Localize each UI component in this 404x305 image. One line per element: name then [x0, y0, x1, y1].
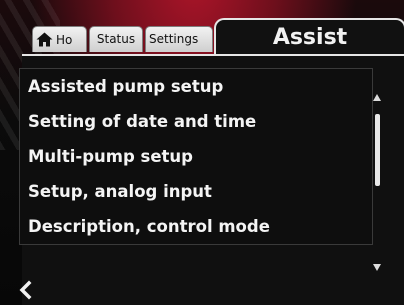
menu-item-assisted-pump-setup[interactable]: Assisted pump setup	[20, 69, 372, 104]
tab-settings[interactable]: Settings	[145, 26, 213, 52]
scroll-up-icon[interactable]	[373, 94, 381, 101]
menu-scrollbar[interactable]	[373, 92, 382, 282]
tab-status[interactable]: Status	[89, 26, 143, 52]
assist-menu: Assisted pump setup Setting of date and …	[19, 68, 373, 245]
tab-assist[interactable]: Assist	[214, 18, 404, 56]
tab-assist-label: Assist	[272, 25, 348, 50]
menu-item-control-mode[interactable]: Description, control mode	[20, 209, 372, 244]
menu-item-analog-input[interactable]: Setup, analog input	[20, 174, 372, 209]
tab-home-label: Ho	[56, 32, 73, 47]
tab-home[interactable]: Ho	[32, 26, 87, 52]
chevron-left-icon[interactable]	[16, 280, 36, 300]
home-icon	[36, 32, 53, 47]
tab-settings-label: Settings	[149, 32, 199, 46]
menu-item-date-time[interactable]: Setting of date and time	[20, 104, 372, 139]
scroll-down-icon[interactable]	[373, 264, 381, 271]
menu-item-multi-pump-setup[interactable]: Multi-pump setup	[20, 139, 372, 174]
scroll-thumb[interactable]	[375, 114, 380, 186]
tab-status-label: Status	[96, 32, 136, 46]
